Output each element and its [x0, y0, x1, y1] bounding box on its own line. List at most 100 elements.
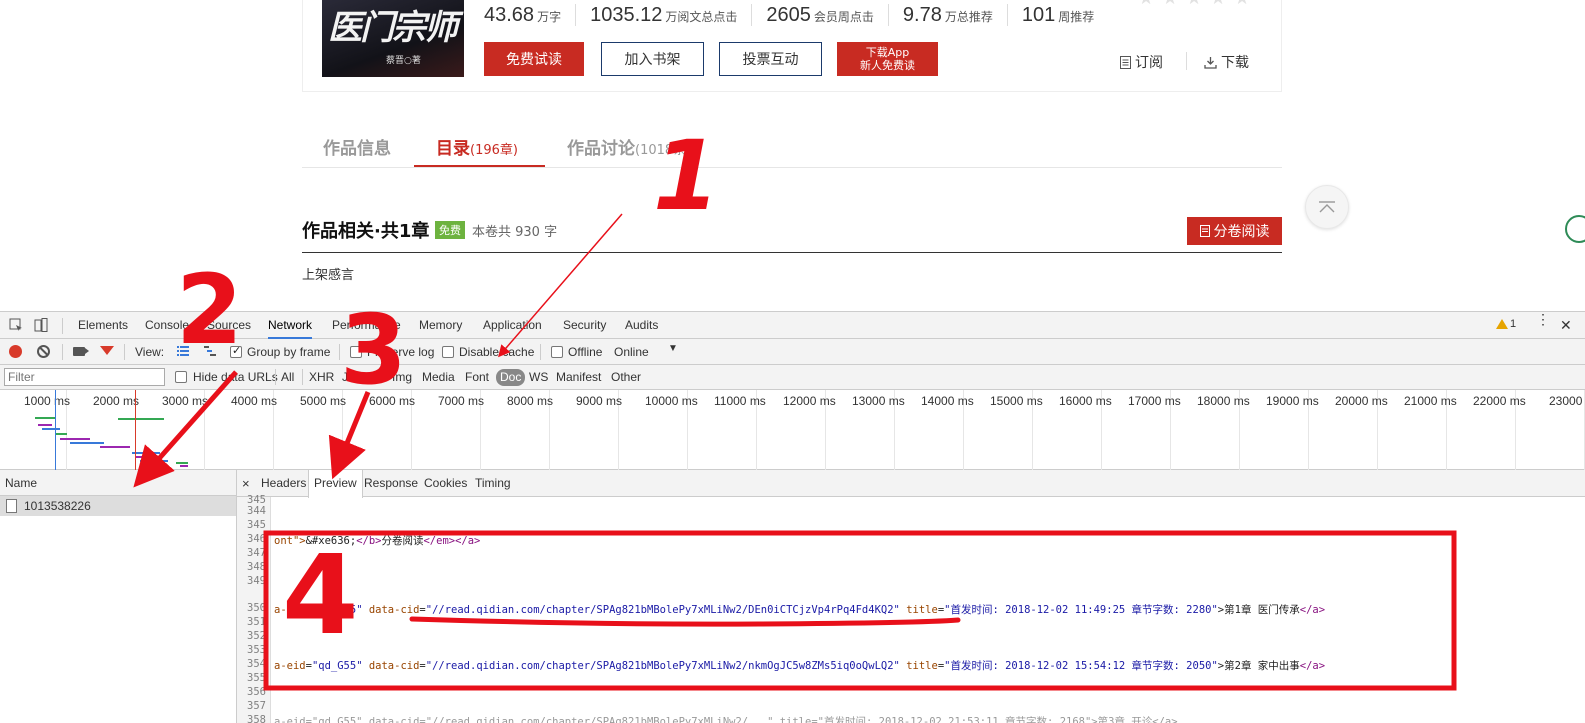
warning-indicator[interactable]: 1	[1496, 318, 1516, 330]
line-number: 345	[247, 519, 266, 531]
download-icon	[1204, 56, 1217, 69]
toolbar-divider	[62, 344, 63, 360]
name-column-header[interactable]: Name	[0, 470, 236, 496]
devtools-tab-application[interactable]: Application	[483, 312, 542, 339]
filter-type-media[interactable]: Media	[422, 370, 455, 384]
book-cover[interactable]: 医门宗师 蔡晋○著	[322, 0, 464, 77]
app-button-line1: 下载App	[865, 46, 910, 59]
add-to-shelf-button[interactable]: 加入书架	[601, 42, 704, 76]
subscribe-link[interactable]: 订阅	[1120, 52, 1163, 72]
filter-type-xhr[interactable]: XHR	[309, 370, 334, 384]
hide-data-urls-checkbox[interactable]	[175, 371, 187, 383]
clear-icon[interactable]	[37, 345, 50, 358]
timeline-tick-label: 2000 ms	[93, 394, 140, 408]
close-icon[interactable]: ×	[242, 470, 250, 497]
filter-type-doc[interactable]: Doc	[496, 369, 526, 386]
waterfall-bar	[136, 456, 160, 458]
star-icon[interactable]: ★	[1210, 0, 1228, 8]
line-number: 358	[247, 714, 266, 723]
download-link[interactable]: 下载	[1204, 52, 1249, 72]
line-number: 347	[247, 547, 266, 559]
free-read-button[interactable]: 免费试读	[484, 42, 584, 76]
waterfall-bar	[60, 438, 90, 440]
inspect-element-icon[interactable]	[9, 318, 23, 332]
toolbar-divider	[62, 318, 63, 334]
volume-header: 作品相关·共1章 免费 本卷共 930 字 分卷阅读	[302, 216, 1282, 253]
detail-tab-preview[interactable]: Preview	[308, 470, 363, 498]
detail-tab-timing[interactable]: Timing	[475, 470, 511, 497]
active-tab-underline	[414, 165, 545, 167]
back-to-top-button[interactable]	[1305, 185, 1349, 229]
preview-code-view[interactable]: 345 344 345 346 347 348 349 350 351 352 …	[237, 494, 1585, 723]
waterfall-bar	[42, 428, 60, 430]
volume-word-count: 本卷共 930 字	[472, 225, 558, 240]
record-icon[interactable]	[9, 345, 22, 358]
line-number: 349	[247, 575, 266, 587]
detail-tab-response[interactable]: Response	[364, 470, 418, 497]
waterfall-bar	[176, 462, 188, 464]
action-divider	[1186, 52, 1187, 70]
vote-button[interactable]: 投票互动	[719, 42, 822, 76]
devtools-tab-elements[interactable]: Elements	[78, 312, 128, 339]
toolbar-divider	[302, 369, 303, 385]
line-number: 355	[247, 672, 266, 684]
request-row[interactable]: 1013538226	[0, 496, 236, 516]
timeline-tick-label: 7000 ms	[438, 394, 485, 408]
devtools-tab-security[interactable]: Security	[563, 312, 606, 339]
chevron-up-icon	[1319, 201, 1335, 213]
more-options-icon[interactable]: ⋮	[1536, 312, 1550, 326]
tab-catalog[interactable]: 目录(196章)	[436, 134, 518, 159]
filter-type-other[interactable]: Other	[611, 370, 641, 384]
filter-type-all[interactable]: All	[281, 370, 294, 384]
rating-stars[interactable]: ★ ★ ★ ★ ★	[1138, 0, 1252, 8]
devtools-tab-memory[interactable]: Memory	[419, 312, 462, 339]
tab-book-info[interactable]: 作品信息	[323, 134, 391, 159]
warning-count: 1	[1510, 318, 1517, 330]
side-widget-icon[interactable]	[1565, 215, 1585, 243]
line-number: 344	[247, 505, 266, 517]
stat-weekly-recommend: 101 周推荐	[1006, 4, 1108, 26]
star-icon[interactable]: ★	[1162, 0, 1180, 8]
devtools-tab-network[interactable]: Network	[268, 312, 313, 339]
line-number: 350	[247, 602, 266, 614]
waterfall-bar	[38, 424, 52, 426]
close-icon[interactable]: ✕	[1560, 317, 1572, 334]
timeline-tick-label: 1000 ms	[24, 394, 71, 408]
offline-checkbox[interactable]	[551, 346, 563, 358]
device-toolbar-icon[interactable]	[34, 318, 48, 332]
line-number: 356	[247, 686, 266, 698]
timeline-tick-label: 20000 ms	[1335, 394, 1388, 408]
devtools-tab-audits[interactable]: Audits	[625, 312, 658, 339]
chevron-down-icon[interactable]: ▼	[668, 343, 678, 354]
disable-cache-label: Disable cache	[459, 345, 535, 359]
devtools-panel: Elements Console Sources Network Perform…	[0, 311, 1585, 723]
filter-input[interactable]	[4, 368, 165, 386]
timeline-tick-label: 23000	[1549, 394, 1583, 408]
filter-type-ws[interactable]: WS	[529, 370, 548, 384]
star-icon[interactable]: ★	[1234, 0, 1252, 8]
network-overview-timeline[interactable]: 1000 ms 2000 ms 3000 ms 4000 ms 5000 ms 6000 …	[0, 390, 1585, 470]
star-icon[interactable]: ★	[1186, 0, 1204, 8]
timeline-tick-label: 19000 ms	[1266, 394, 1319, 408]
throttling-select[interactable]: Online	[614, 345, 649, 359]
document-icon	[6, 499, 17, 513]
chapter-link[interactable]: 上架感言	[302, 264, 354, 283]
capture-screenshots-icon[interactable]	[73, 347, 89, 356]
timeline-tick-label: 8000 ms	[507, 394, 554, 408]
detail-tab-cookies[interactable]: Cookies	[424, 470, 467, 497]
timeline-tick-label: 13000 ms	[852, 394, 905, 408]
waterfall-bar	[180, 465, 188, 467]
filter-type-font[interactable]: Font	[465, 370, 489, 384]
disable-cache-checkbox[interactable]	[442, 346, 454, 358]
filter-type-manifest[interactable]: Manifest	[556, 370, 601, 384]
filter-icon[interactable]	[100, 346, 114, 355]
stat-total-clicks: 1035.12 万阅文总点击	[575, 4, 751, 26]
book-tabs: 作品信息 目录(196章) 作品讨论(1018条)	[302, 128, 1282, 168]
app-button-line2: 新人免费读	[860, 59, 915, 72]
detail-tab-headers[interactable]: Headers	[261, 470, 306, 497]
annotation-label-1: 1	[653, 120, 720, 232]
star-icon[interactable]: ★	[1138, 0, 1156, 8]
volume-read-button[interactable]: 分卷阅读	[1187, 217, 1282, 245]
download-app-button[interactable]: 下载App 新人免费读	[837, 42, 938, 76]
subscribe-label: 订阅	[1135, 55, 1163, 71]
